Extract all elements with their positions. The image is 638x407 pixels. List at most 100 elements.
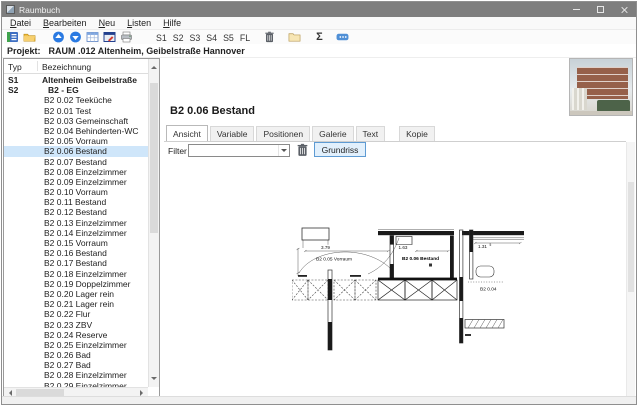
column-bezeichnung[interactable]: Bezeichnung <box>42 62 91 72</box>
combo-dropdown-button[interactable] <box>278 145 289 156</box>
column-divider[interactable] <box>37 61 38 71</box>
tree-row[interactable]: B2 0.10 Vorraum <box>4 187 148 197</box>
tree-row[interactable]: B2 0.24 Reserve <box>4 330 148 340</box>
filter-input[interactable] <box>190 146 276 155</box>
tree-row[interactable]: B2 0.26 Bad <box>4 350 148 360</box>
plan-dim-3: 1.31 <box>478 244 487 249</box>
tree-row-label: B2 0.23 ZBV <box>44 320 92 330</box>
grundriss-button[interactable]: Grundriss <box>314 142 366 157</box>
filter-label: Filter <box>168 146 187 156</box>
tab[interactable]: Variable <box>210 126 255 141</box>
up-circle-icon[interactable] <box>52 31 65 43</box>
tab-bar: AnsichtVariablePositionenGalerieText Kopi… <box>164 127 626 142</box>
tree-row[interactable]: B2 0.21 Lager rein <box>4 299 148 309</box>
tree-row[interactable]: B2 0.19 Doppelzimmer <box>4 279 148 289</box>
tree-row[interactable]: S1 Altenheim Geibelstraße <box>4 75 148 85</box>
tab[interactable]: Kopie <box>399 126 435 141</box>
open-folder-icon[interactable] <box>23 31 36 43</box>
minimize-icon <box>573 9 580 10</box>
database-icon[interactable] <box>6 31 19 43</box>
door-arc-2 <box>368 238 399 274</box>
folder-icon[interactable] <box>288 31 301 43</box>
tree-row-label: B2 0.10 Vorraum <box>44 187 108 197</box>
s-button[interactable]: S2 <box>170 33 187 43</box>
scroll-up-icon[interactable] <box>151 63 157 69</box>
tree-row-label: B2 - EG <box>48 85 79 95</box>
tree-vscroll-thumb[interactable] <box>150 83 158 233</box>
tab[interactable]: Ansicht <box>166 125 208 141</box>
tree-row[interactable]: B2 0.14 Einzelzimmer <box>4 228 148 238</box>
tree-row[interactable]: B2 0.16 Bestand <box>4 248 148 258</box>
detail-vscroll-thumb[interactable] <box>628 182 634 292</box>
tree-row-label: B2 0.19 Doppelzimmer <box>44 279 130 289</box>
tree-row[interactable]: B2 0.22 Flur <box>4 309 148 319</box>
edit-window-icon[interactable] <box>103 31 116 43</box>
s-button[interactable]: S5 <box>220 33 237 43</box>
tree-row[interactable]: B2 0.01 Test <box>4 106 148 116</box>
tree-row[interactable]: B2 0.04 Behinderten-WC <box>4 126 148 136</box>
project-value: RAUM .012 Altenheim, Geibelstraße Hannov… <box>49 46 245 56</box>
tree-row[interactable]: B2 0.18 Einzelzimmer <box>4 269 148 279</box>
table-icon[interactable] <box>86 31 99 43</box>
s-button[interactable]: S1 <box>153 33 170 43</box>
tree-row-label: B2 0.14 Einzelzimmer <box>44 228 127 238</box>
clear-filter-button[interactable] <box>296 143 309 157</box>
mini-icon[interactable] <box>336 31 349 43</box>
menu-item[interactable]: Bearbeiten <box>37 17 93 29</box>
chevron-down-icon <box>281 149 287 155</box>
tree-row[interactable]: B2 0.28 Einzelzimmer <box>4 370 148 380</box>
menu-item[interactable]: Datei <box>4 17 37 29</box>
s-button[interactable]: S3 <box>187 33 204 43</box>
minimize-button[interactable] <box>564 2 588 17</box>
close-button[interactable] <box>612 2 636 17</box>
tree-row[interactable]: B2 0.06 Bestand <box>4 146 148 156</box>
photo-trees <box>597 100 629 111</box>
tree-row[interactable]: S2 B2 - EG <box>4 85 148 95</box>
tree-row[interactable]: B2 0.05 Vorraum <box>4 136 148 146</box>
tree-row[interactable]: B2 0.08 Einzelzimmer <box>4 167 148 177</box>
tree-row[interactable]: B2 0.25 Einzelzimmer <box>4 340 148 350</box>
tree-row-label: B2 0.12 Bestand <box>44 207 107 217</box>
tree-vertical-scrollbar[interactable] <box>148 59 159 387</box>
tree-row[interactable]: B2 0.11 Bestand <box>4 197 148 207</box>
column-typ[interactable]: Typ <box>8 62 22 72</box>
tree-row-label: B2 0.01 Test <box>44 106 91 116</box>
filter-combobox[interactable] <box>188 144 290 157</box>
hatch-band-solid <box>378 280 457 300</box>
tab[interactable]: Galerie <box>312 126 353 141</box>
tree-row[interactable]: B2 0.23 ZBV <box>4 320 148 330</box>
tree-row[interactable]: B2 0.03 Gemeinschaft <box>4 116 148 126</box>
photo-colonnade <box>572 88 587 110</box>
tree-row[interactable]: B2 0.09 Einzelzimmer <box>4 177 148 187</box>
detail-vertical-scrollbar[interactable] <box>626 142 635 398</box>
tree-row[interactable]: B2 0.17 Bestand <box>4 258 148 268</box>
tree-row-label: B2 0.18 Einzelzimmer <box>44 269 127 279</box>
tab[interactable]: Positionen <box>256 126 310 141</box>
tree-row[interactable]: B2 0.27 Bad <box>4 360 148 370</box>
tree-row[interactable]: B2 0.20 Lager rein <box>4 289 148 299</box>
menu-item[interactable]: Neu <box>93 17 122 29</box>
maximize-button[interactable] <box>588 2 612 17</box>
tree-row-label: B2 0.25 Einzelzimmer <box>44 340 127 350</box>
tree-hscroll-thumb[interactable] <box>16 389 64 396</box>
tree-row[interactable]: B2 0.12 Bestand <box>4 207 148 217</box>
s-button[interactable]: S4 <box>203 33 220 43</box>
maximize-icon <box>597 6 604 13</box>
tree-row[interactable]: B2 0.15 Vorraum <box>4 238 148 248</box>
tab[interactable]: Text <box>356 126 386 141</box>
tree-row[interactable]: B2 0.02 Teeküche <box>4 95 148 105</box>
close-icon <box>620 6 628 14</box>
s-button[interactable]: FL <box>237 33 253 43</box>
scroll-down-icon[interactable] <box>151 377 157 383</box>
tree-row-label: B2 0.24 Reserve <box>44 330 107 340</box>
status-bar <box>2 396 636 404</box>
menu-item[interactable]: Listen <box>121 17 157 29</box>
delete-icon[interactable] <box>263 31 276 43</box>
sum-icon[interactable]: Σ <box>313 31 326 43</box>
print-icon[interactable] <box>120 31 133 43</box>
down-circle-icon[interactable] <box>69 31 82 43</box>
tree-row[interactable]: B2 0.07 Bestand <box>4 157 148 167</box>
tree-header: Typ Bezeichnung <box>4 59 148 74</box>
tree-row[interactable]: B2 0.13 Einzelzimmer <box>4 218 148 228</box>
project-bar: Projekt: RAUM .012 Altenheim, Geibelstra… <box>2 44 636 58</box>
